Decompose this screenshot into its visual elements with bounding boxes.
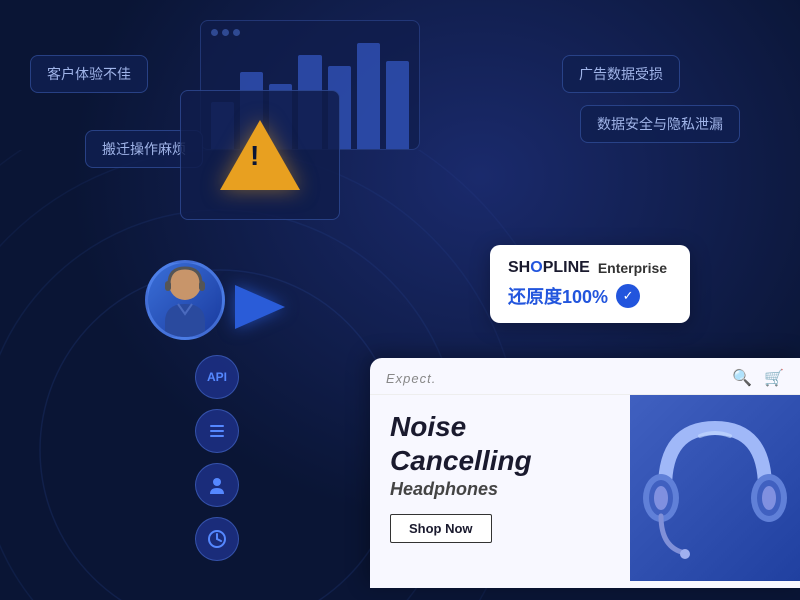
api-icon-badge: API <box>195 355 239 399</box>
store-nav-icons: 🔍 🛒 <box>732 368 784 388</box>
store-header: Expect. 🔍 🛒 <box>370 358 800 395</box>
avatar-person-svg <box>150 262 220 337</box>
restore-row: 还原度100% ✓ <box>508 283 672 309</box>
storefront-card: Expect. 🔍 🛒 Noise Cancelling Headphones … <box>370 358 800 588</box>
bar-7 <box>386 61 409 150</box>
shop-now-button[interactable]: Shop Now <box>390 514 492 543</box>
enterprise-card: SHOPLINE Enterprise 还原度100% ✓ <box>490 245 690 323</box>
warning-triangle-card <box>180 90 340 220</box>
bar-6 <box>357 43 380 149</box>
store-body: Noise Cancelling Headphones Shop Now <box>370 395 800 581</box>
icon-column: API <box>195 355 239 561</box>
warning-card-1: 客户体验不佳 <box>30 55 148 93</box>
shopline-logo: SHOPLINE Enterprise <box>508 259 672 277</box>
store-logo: Expect. <box>386 371 436 386</box>
search-icon[interactable]: 🔍 <box>732 368 752 388</box>
avatar <box>145 260 225 340</box>
direction-arrow <box>235 285 285 329</box>
product-heading-line1: Noise <box>390 411 610 443</box>
warning-card-4: 数据安全与隐私泄漏 <box>580 105 740 143</box>
product-heading-line2: Cancelling <box>390 445 610 477</box>
headphones-image <box>635 398 795 578</box>
list-icon-badge <box>195 409 239 453</box>
warning-card-3: 广告数据受损 <box>562 55 680 93</box>
check-badge: ✓ <box>616 284 640 308</box>
product-image-area <box>630 395 800 581</box>
window-controls <box>211 29 240 36</box>
cart-icon[interactable]: 🛒 <box>764 368 784 388</box>
warning-triangle-icon <box>220 120 300 190</box>
clock-icon-badge <box>195 517 239 561</box>
product-subheading: Headphones <box>390 479 610 500</box>
store-content: Noise Cancelling Headphones Shop Now <box>370 395 630 581</box>
user-icon-badge <box>195 463 239 507</box>
